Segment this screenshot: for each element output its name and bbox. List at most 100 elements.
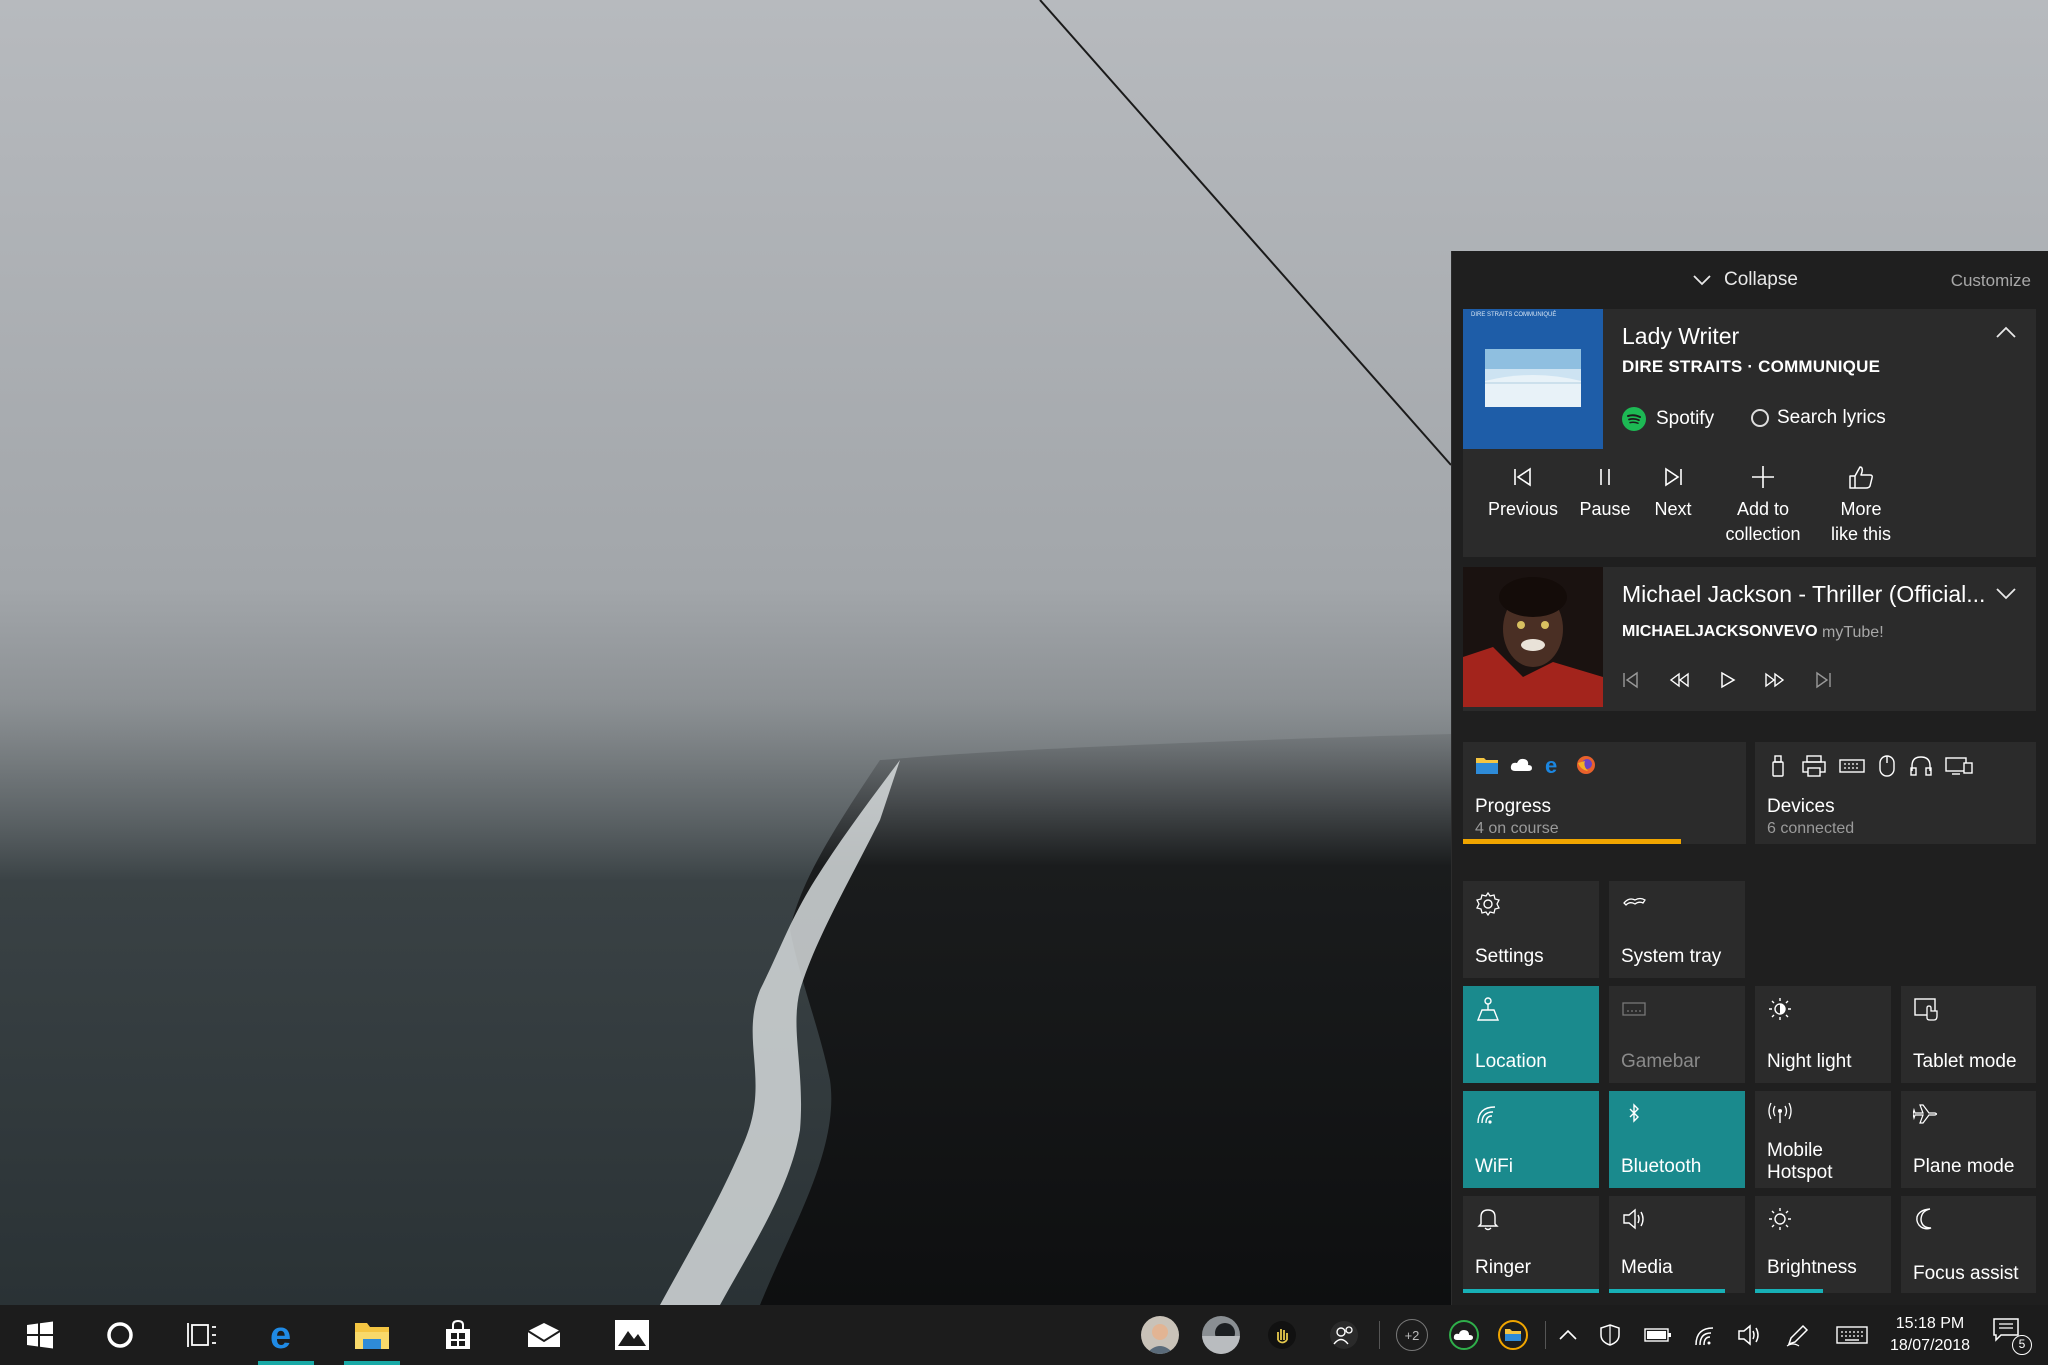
album-art: DIRE STRAITS COMMUNIQUÉ — [1463, 309, 1603, 449]
more-like-this-button[interactable]: More like this — [1817, 459, 1905, 547]
progress-tile[interactable]: e Progress 4 on course — [1463, 742, 1746, 844]
bluetooth-icon — [1629, 1103, 1639, 1123]
play-button[interactable] — [1714, 667, 1740, 693]
wifi-tile[interactable]: WiFi — [1463, 1091, 1599, 1188]
keyboard-icon — [1839, 759, 1865, 773]
mail-taskbar-button[interactable] — [512, 1305, 576, 1365]
focus-assist-label: Focus assist — [1913, 1263, 2019, 1284]
show-hidden-icons-button[interactable] — [1552, 1319, 1584, 1351]
pause-button[interactable]: Pause — [1573, 459, 1637, 522]
defender-button[interactable] — [1594, 1319, 1626, 1351]
contact-avatar-3[interactable] — [1266, 1319, 1298, 1351]
devices-tile[interactable]: Devices 6 connected — [1755, 742, 2036, 844]
explorer-progress-button[interactable] — [1497, 1319, 1529, 1351]
mail-icon — [527, 1323, 561, 1347]
brightness-label: Brightness — [1767, 1257, 1857, 1278]
skip-previous-button[interactable] — [1618, 667, 1644, 693]
action-center-panel: Collapse Customize DIRE STRAITS COMMUNIQ… — [1451, 251, 2048, 1305]
volume-button[interactable] — [1734, 1319, 1766, 1351]
people-icon — [1330, 1321, 1358, 1349]
devices-subtitle: 6 connected — [1767, 820, 1855, 837]
ringer-tile[interactable]: Ringer — [1463, 1196, 1599, 1293]
focus-assist-tile[interactable]: Focus assist — [1901, 1196, 2036, 1293]
bluetooth-tile[interactable]: Bluetooth — [1609, 1091, 1745, 1188]
previous-icon — [1514, 467, 1531, 487]
progress-title: Progress — [1475, 796, 1552, 817]
location-tile[interactable]: Location — [1463, 986, 1599, 1083]
search-lyrics-button[interactable]: Search lyrics — [1751, 407, 1886, 429]
tablet-mode-icon — [1914, 998, 1938, 1021]
ringer-level-bar[interactable] — [1463, 1289, 1599, 1293]
svg-text:e: e — [1545, 754, 1557, 776]
action-center-button[interactable]: 5 — [1990, 1315, 2034, 1355]
edge-icon: e — [1545, 754, 1557, 776]
tablet-mode-tile[interactable]: Tablet mode — [1901, 986, 2036, 1083]
start-button[interactable] — [8, 1305, 72, 1365]
network-button[interactable] — [1690, 1319, 1722, 1351]
wifi-label: WiFi — [1475, 1156, 1513, 1177]
plane-mode-tile[interactable]: Plane mode — [1901, 1091, 2036, 1188]
skip-next-button[interactable] — [1810, 667, 1836, 693]
plane-icon — [1913, 1104, 1938, 1124]
brightness-level-bar[interactable] — [1755, 1289, 1823, 1293]
task-view-button[interactable] — [170, 1305, 234, 1365]
play-icon — [1721, 671, 1736, 689]
battery-button[interactable] — [1642, 1319, 1674, 1351]
onedrive-button[interactable] — [1448, 1319, 1480, 1351]
defender-icon — [1600, 1324, 1620, 1346]
location-label: Location — [1475, 1051, 1547, 1072]
brightness-tile[interactable]: Brightness — [1755, 1196, 1891, 1293]
touch-keyboard-button[interactable] — [1834, 1319, 1870, 1351]
cortana-icon — [107, 1322, 133, 1348]
previous-button[interactable]: Previous — [1479, 459, 1567, 522]
collapse-button[interactable]: Collapse — [1692, 265, 1798, 295]
svg-text:e: e — [270, 1317, 291, 1353]
system-tray-icon — [1623, 897, 1646, 906]
next-icon — [1665, 467, 1682, 487]
chevron-up-icon[interactable] — [1994, 321, 2018, 345]
file-explorer-taskbar-button[interactable] — [340, 1305, 404, 1365]
notification-count-badge: 5 — [2012, 1335, 2032, 1355]
system-tray-tile[interactable]: System tray — [1609, 881, 1745, 978]
mini-playback-controls — [1618, 667, 1836, 693]
taskbar-separator — [1545, 1321, 1546, 1349]
progress-app-icons: e — [1475, 754, 1597, 776]
edge-taskbar-button[interactable]: e — [254, 1305, 318, 1365]
tablet-mode-label: Tablet mode — [1913, 1051, 2017, 1072]
rewind-icon — [1669, 672, 1689, 688]
store-taskbar-button[interactable] — [426, 1305, 490, 1365]
night-light-tile[interactable]: Night light — [1755, 986, 1891, 1083]
rewind-button[interactable] — [1666, 667, 1692, 693]
mouse-icon — [1879, 755, 1895, 777]
media-level-bar[interactable] — [1609, 1289, 1725, 1293]
media-tile[interactable]: Media — [1609, 1196, 1745, 1293]
next-button[interactable]: Next — [1643, 459, 1703, 522]
add-icon — [1752, 466, 1774, 488]
pen-workspace-button[interactable] — [1782, 1319, 1814, 1351]
overflow-count: +2 — [1404, 1327, 1420, 1343]
overflow-contacts-button[interactable]: +2 — [1396, 1319, 1428, 1351]
album-header-text: DIRE STRAITS COMMUNIQUÉ — [1471, 312, 1557, 318]
spotify-icon — [1622, 407, 1646, 431]
taskbar-clock[interactable]: 15:18 PM 18/07/2018 — [1880, 1313, 1980, 1357]
fast-forward-icon — [1765, 672, 1785, 688]
add-to-collection-button[interactable]: Add to collection — [1713, 459, 1813, 547]
settings-tile[interactable]: Settings — [1463, 881, 1599, 978]
contact-avatar-2[interactable] — [1202, 1316, 1240, 1354]
gamebar-tile[interactable]: Gamebar — [1609, 986, 1745, 1083]
fast-forward-button[interactable] — [1762, 667, 1788, 693]
moon-icon — [1916, 1208, 1932, 1230]
chevron-down-icon[interactable] — [1994, 581, 2018, 605]
customize-link[interactable]: Customize — [1951, 271, 2031, 291]
cortana-button[interactable] — [88, 1305, 152, 1365]
video-channel: MICHAELJACKSONVEVO — [1622, 623, 1818, 640]
contact-avatar-1[interactable] — [1141, 1316, 1179, 1354]
photos-taskbar-button[interactable] — [600, 1305, 664, 1365]
touch-keyboard-icon — [1836, 1326, 1868, 1344]
location-icon — [1476, 997, 1500, 1021]
taskbar-separator — [1379, 1321, 1380, 1349]
gamebar-label: Gamebar — [1621, 1051, 1701, 1072]
source-app[interactable]: Spotify — [1622, 407, 1714, 431]
mobile-hotspot-tile[interactable]: Mobile Hotspot — [1755, 1091, 1891, 1188]
people-button[interactable] — [1328, 1319, 1360, 1351]
